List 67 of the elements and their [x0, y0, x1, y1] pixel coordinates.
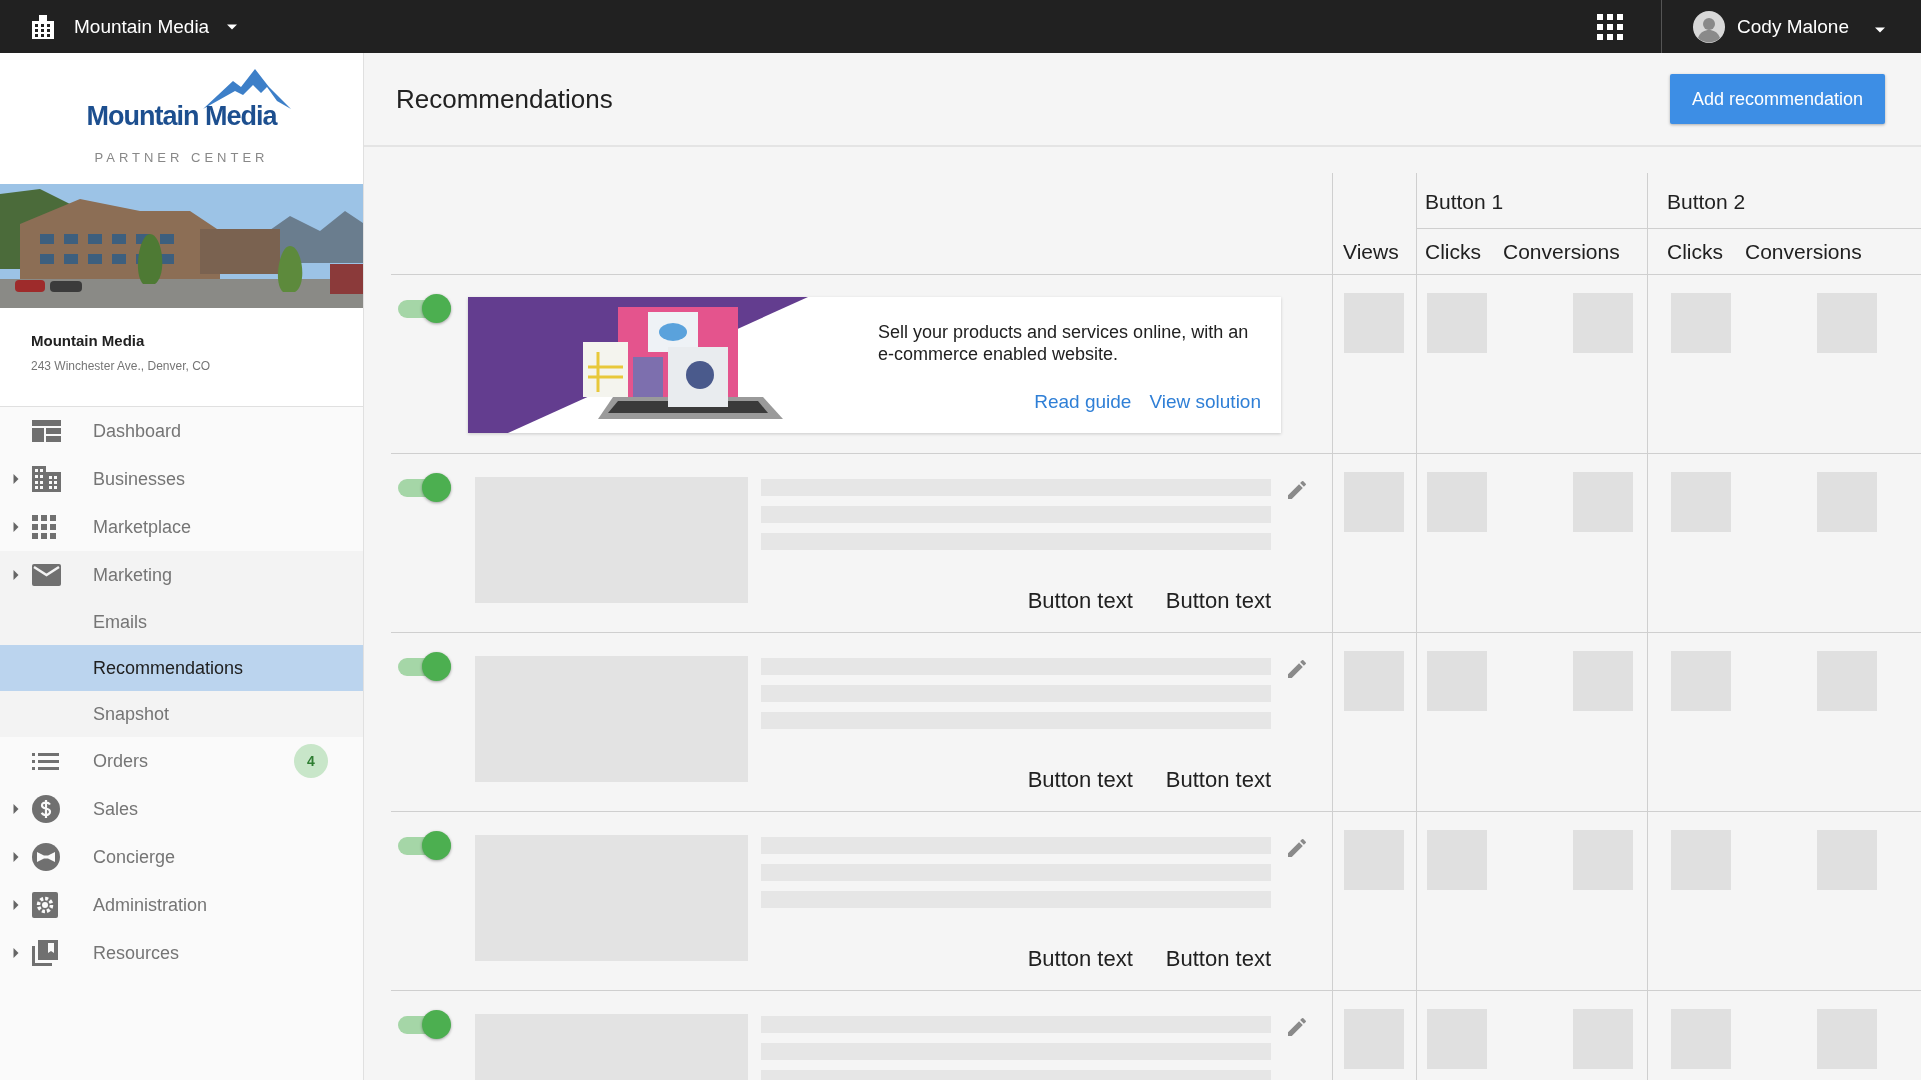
- toggle-switch[interactable]: [398, 831, 451, 861]
- avatar-icon[interactable]: [1693, 10, 1726, 43]
- business-address: 243 Winchester Ave., Denver, CO: [31, 359, 212, 373]
- toggle-switch[interactable]: [398, 294, 451, 324]
- nav-item[interactable]: Dashboard: [0, 407, 363, 455]
- organization-name[interactable]: Mountain Media: [74, 15, 210, 38]
- brand-name: Mountain Media: [86, 101, 277, 132]
- column-header: Clicks: [1667, 239, 1723, 264]
- caret-icon: [13, 900, 19, 910]
- nav-item[interactable]: Resources: [0, 929, 363, 977]
- column-header: Conversions: [1503, 239, 1620, 264]
- nav-subitem[interactable]: Snapshot: [0, 691, 363, 737]
- building-icon: [32, 14, 54, 39]
- column-header: Conversions: [1745, 239, 1862, 264]
- pencil-icon[interactable]: [1285, 836, 1309, 860]
- building-icon: [32, 466, 61, 492]
- apps-grid-icon[interactable]: [1597, 13, 1624, 40]
- column-group-header: Button 2: [1667, 190, 1746, 213]
- caret-icon: [13, 804, 19, 814]
- button-label[interactable]: Button text: [1027, 588, 1133, 614]
- button-label[interactable]: Button text: [1027, 767, 1133, 793]
- nav-item[interactable]: Administration: [0, 881, 363, 929]
- grid-icon: [32, 515, 56, 539]
- toggle-switch[interactable]: [398, 473, 451, 503]
- brand-tagline: PARTNER CENTER: [94, 150, 269, 165]
- column-header: Clicks: [1425, 239, 1481, 264]
- toggle-switch[interactable]: [398, 1010, 451, 1040]
- link[interactable]: Read guide: [1034, 391, 1132, 413]
- caret-icon: [13, 474, 19, 484]
- mail-icon: [32, 564, 61, 586]
- button-label[interactable]: Button text: [1165, 588, 1271, 614]
- pencil-icon[interactable]: [1285, 657, 1309, 681]
- nav-item[interactable]: Sales: [0, 785, 363, 833]
- caret-icon: [13, 570, 19, 580]
- nav-item[interactable]: Businesses: [0, 455, 363, 503]
- caret-icon: [13, 522, 19, 532]
- nav-item[interactable]: Concierge: [0, 833, 363, 881]
- button-label[interactable]: Button text: [1165, 767, 1271, 793]
- bowtie-icon: [32, 843, 60, 871]
- library-icon: [32, 940, 58, 966]
- caret-icon: [13, 948, 19, 958]
- dashboard-icon: [32, 420, 61, 442]
- column-group-header: Button 1: [1425, 190, 1504, 213]
- caret-icon: [227, 23, 238, 30]
- pencil-icon[interactable]: [1285, 1015, 1309, 1039]
- count-badge: 4: [294, 744, 328, 778]
- caret-icon: [13, 852, 19, 862]
- column-header: Views: [1343, 239, 1399, 264]
- user-name[interactable]: Cody Malone: [1737, 15, 1849, 38]
- button-label[interactable]: Button text: [1165, 946, 1271, 972]
- nav-item[interactable]: Marketplace: [0, 503, 363, 551]
- nav-subitem[interactable]: Recommendations: [0, 645, 363, 691]
- settings-icon: [32, 892, 58, 918]
- list-icon: [32, 752, 59, 770]
- business-name: Mountain Media: [31, 332, 146, 349]
- nav-item[interactable]: Orders 4: [0, 737, 363, 785]
- page-title: Recommendations: [396, 83, 613, 115]
- dollar-icon: [32, 795, 60, 823]
- toggle-switch[interactable]: [398, 652, 451, 682]
- nav-item[interactable]: Marketing: [0, 551, 363, 599]
- button-label[interactable]: Button text: [1027, 946, 1133, 972]
- add-recommendation-button[interactable]: Add recommendation: [1669, 74, 1885, 124]
- promo-text: Sell your products and services online, with an e-commerce enabled website.: [878, 321, 1250, 365]
- pencil-icon[interactable]: [1285, 478, 1309, 502]
- link[interactable]: View solution: [1149, 391, 1261, 413]
- caret-icon: [1875, 26, 1885, 33]
- nav-subitem[interactable]: Emails: [0, 599, 363, 645]
